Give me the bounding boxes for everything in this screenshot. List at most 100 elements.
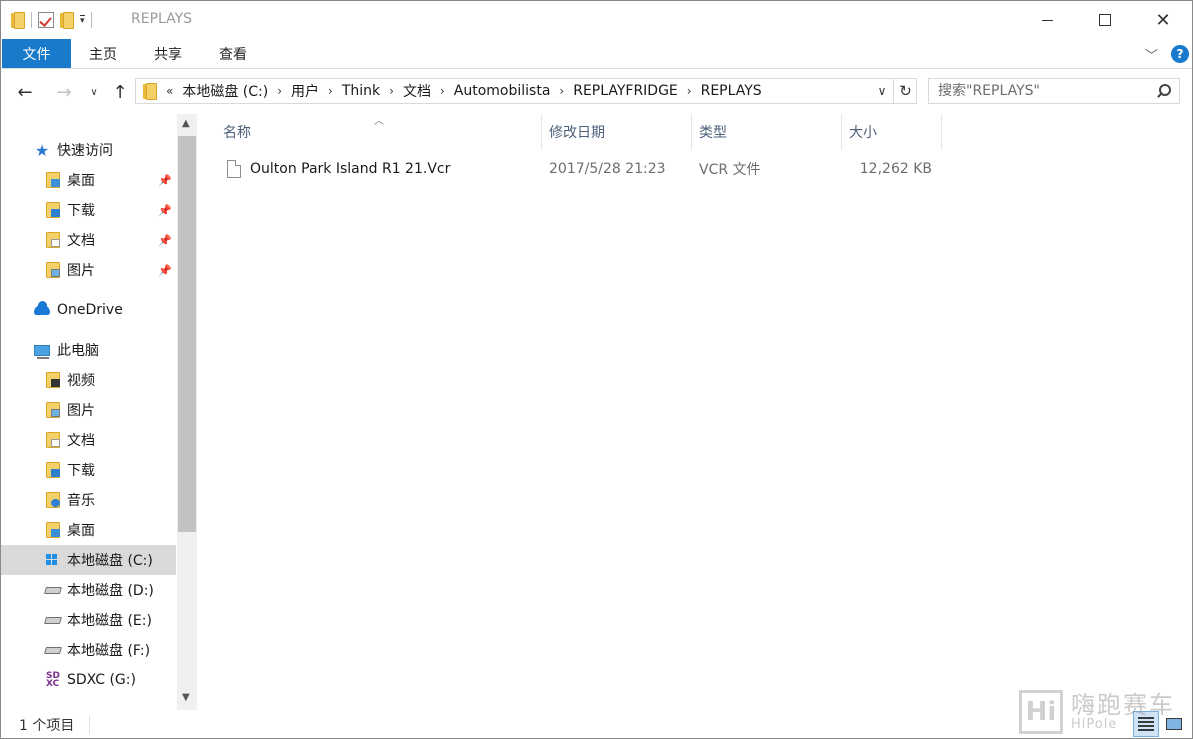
nav-label: 快速访问: [57, 143, 113, 159]
onedrive-cloud-icon: [34, 301, 50, 318]
search-box[interactable]: [928, 78, 1180, 104]
nav-scrollbar[interactable]: ▲ ▼: [177, 114, 197, 710]
minimize-icon: [1041, 19, 1053, 21]
refresh-icon: ↻: [899, 82, 912, 100]
table-row[interactable]: Oulton Park Island R1 21.Vcr 2017/5/28 2…: [219, 155, 1143, 183]
tab-view[interactable]: 查看: [219, 39, 247, 68]
downloads-folder-icon: [45, 462, 61, 478]
nav-pc-documents[interactable]: 文档: [1, 425, 176, 455]
scroll-up-icon[interactable]: ▲: [182, 118, 190, 129]
breadcrumb-separator[interactable]: ›: [559, 84, 564, 98]
nav-drive-d[interactable]: 本地磁盘 (D:): [1, 575, 176, 605]
breadcrumb-overflow[interactable]: «: [166, 84, 173, 98]
watermark-cn: 嗨跑赛车: [1071, 691, 1175, 719]
column-divider[interactable]: [941, 114, 942, 150]
documents-folder-icon: [45, 232, 61, 248]
new-folder-icon[interactable]: [60, 12, 74, 29]
nav-quick-access[interactable]: ★ 快速访问: [1, 135, 176, 165]
nav-pc-downloads[interactable]: 下载: [1, 455, 176, 485]
refresh-button[interactable]: ↻: [893, 79, 917, 103]
nav-quick-pictures[interactable]: 图片 📌: [1, 255, 176, 285]
nav-pc-desktop[interactable]: 桌面: [1, 515, 176, 545]
nav-label: 桌面: [67, 173, 95, 189]
tab-home[interactable]: 主页: [89, 39, 117, 68]
back-button[interactable]: ←: [13, 81, 37, 103]
breadcrumb-item[interactable]: Think: [342, 83, 380, 99]
desktop-folder-icon: [45, 522, 61, 538]
breadcrumb-item[interactable]: REPLAYFRIDGE: [573, 83, 678, 99]
file-type: VCR 文件: [699, 162, 761, 178]
column-header-name[interactable]: 名称: [223, 114, 539, 150]
watermark: Hi 嗨跑赛车 HiPole: [1019, 687, 1192, 737]
nav-pc-music[interactable]: 音乐: [1, 485, 176, 515]
pin-icon[interactable]: 📌: [158, 264, 172, 277]
scroll-down-icon[interactable]: ▼: [182, 692, 190, 703]
nav-drive-e[interactable]: 本地磁盘 (E:): [1, 605, 176, 635]
ribbon-tabs: 文件 主页 共享 查看 ﹀ ?: [1, 39, 1192, 69]
window-title: REPLAYS: [131, 11, 193, 27]
pin-icon[interactable]: 📌: [158, 204, 172, 217]
computer-icon: [34, 342, 50, 359]
sd-card-icon: SD XC: [46, 671, 60, 689]
up-button[interactable]: ↑: [108, 81, 132, 103]
breadcrumb-separator[interactable]: ›: [687, 84, 692, 98]
pin-icon[interactable]: 📌: [158, 234, 172, 247]
column-divider[interactable]: [841, 114, 842, 150]
nav-pc-pictures[interactable]: 图片: [1, 395, 176, 425]
tab-file[interactable]: 文件: [2, 39, 71, 68]
breadcrumb-item-current[interactable]: REPLAYS: [701, 83, 762, 99]
properties-icon[interactable]: [38, 12, 54, 28]
customize-toolbar-icon[interactable]: ▾: [80, 15, 85, 26]
windows-drive-icon: [45, 552, 61, 568]
file-icon: [227, 160, 241, 178]
nav-label: SDXC (G:): [67, 672, 136, 688]
status-bar: 1 个项目: [1, 710, 1192, 738]
breadcrumb-separator[interactable]: ›: [389, 84, 394, 98]
help-icon[interactable]: ?: [1171, 45, 1189, 63]
scrollbar-thumb[interactable]: [178, 136, 196, 532]
search-input[interactable]: [929, 79, 1149, 103]
column-header-size[interactable]: 大小: [849, 114, 939, 150]
tab-share[interactable]: 共享: [154, 39, 182, 68]
breadcrumb-separator[interactable]: ›: [328, 84, 333, 98]
column-divider[interactable]: [691, 114, 692, 150]
address-history-dropdown[interactable]: ∨: [872, 83, 892, 99]
nav-drive-c[interactable]: 本地磁盘 (C:): [1, 545, 176, 575]
hard-drive-icon: [44, 582, 62, 598]
breadcrumb-separator[interactable]: ›: [440, 84, 445, 98]
breadcrumb-item[interactable]: 文档: [403, 81, 431, 101]
breadcrumb-item[interactable]: 用户: [291, 81, 319, 101]
breadcrumb-item[interactable]: 本地磁盘 (C:): [182, 81, 268, 101]
nav-label: 此电脑: [57, 343, 99, 359]
toolbar-separator: [31, 12, 32, 28]
nav-quick-downloads[interactable]: 下载 📌: [1, 195, 176, 225]
close-button[interactable]: ✕: [1134, 1, 1192, 39]
nav-onedrive[interactable]: OneDrive: [1, 295, 176, 325]
nav-quick-desktop[interactable]: 桌面 📌: [1, 165, 176, 195]
nav-pc-videos[interactable]: 视频: [1, 365, 176, 395]
minimize-button[interactable]: [1018, 1, 1076, 39]
file-name[interactable]: Oulton Park Island R1 21.Vcr: [250, 155, 450, 183]
column-divider[interactable]: [541, 114, 542, 150]
search-icon[interactable]: [1155, 83, 1171, 99]
expand-ribbon-icon[interactable]: ﹀: [1145, 45, 1158, 64]
nav-label: 本地磁盘 (E:): [67, 613, 152, 629]
column-header-type[interactable]: 类型: [699, 114, 839, 150]
nav-this-pc[interactable]: 此电脑: [1, 335, 176, 365]
folder-icon: [143, 83, 157, 100]
maximize-button[interactable]: [1076, 1, 1134, 39]
column-header-modified[interactable]: 修改日期: [549, 114, 689, 150]
nav-drive-g[interactable]: SD XC SDXC (G:): [1, 665, 176, 695]
breadcrumb-item[interactable]: Automobilista: [454, 83, 551, 99]
nav-quick-documents[interactable]: 文档 📌: [1, 225, 176, 255]
forward-button[interactable]: →: [52, 81, 76, 103]
nav-label: 下载: [67, 203, 95, 219]
nav-drive-f[interactable]: 本地磁盘 (F:): [1, 635, 176, 665]
watermark-text: 嗨跑赛车 HiPole: [1071, 692, 1175, 732]
folder-icon: [11, 12, 25, 29]
nav-label: 下载: [67, 463, 95, 479]
address-bar[interactable]: « 本地磁盘 (C:) › 用户 › Think › 文档 › Automobi…: [135, 78, 917, 104]
recent-locations-button[interactable]: ∨: [84, 81, 104, 103]
pin-icon[interactable]: 📌: [158, 174, 172, 187]
breadcrumb-separator[interactable]: ›: [277, 84, 282, 98]
